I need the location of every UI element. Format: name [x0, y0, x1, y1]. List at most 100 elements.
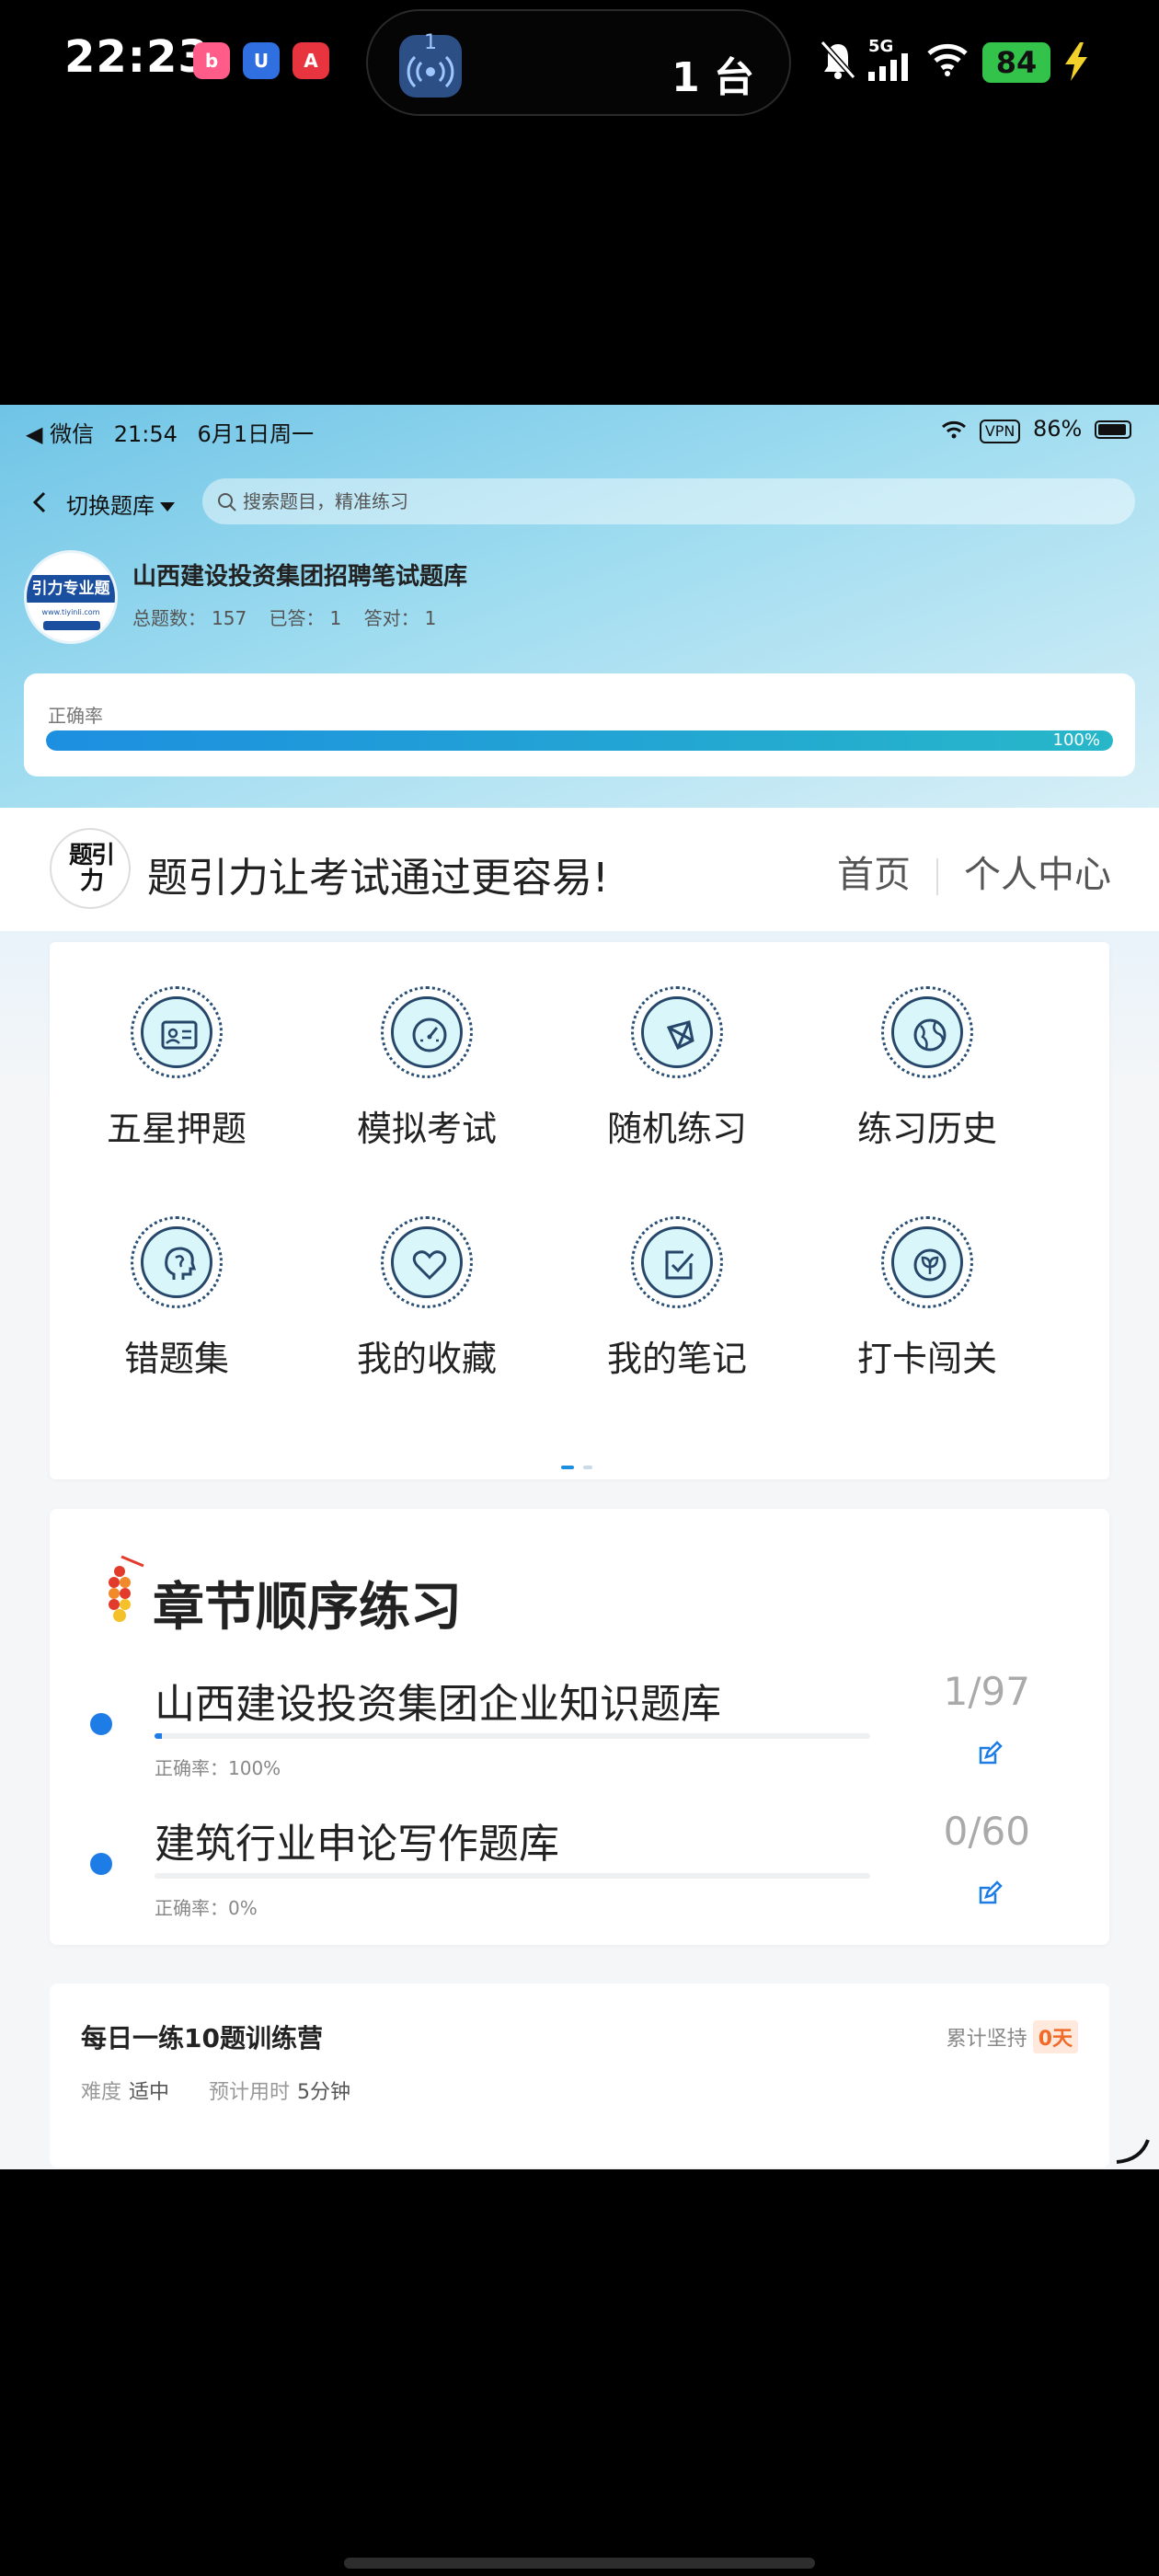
menu-pager[interactable] [561, 1455, 592, 1473]
charging-bolt-icon [1065, 42, 1087, 81]
chapter-count: 0/60 [943, 1809, 1030, 1854]
divider [936, 858, 938, 895]
chapter-accuracy: 正确率：100% [155, 1757, 281, 1779]
battery-indicator: 84 [982, 42, 1050, 83]
home-indicator[interactable] [344, 2558, 815, 2569]
menu-item-favorites[interactable]: 我的收藏 [302, 1172, 552, 1384]
inner-time: 21:54 [113, 421, 178, 447]
brand-logo[interactable]: 题引力 [50, 828, 131, 909]
inner-date: 6月1日周一 [197, 421, 315, 447]
answered-count: 1 [329, 607, 342, 629]
switch-bank-button[interactable]: 切换题库 [66, 488, 175, 520]
bullet-dot [90, 1713, 112, 1735]
chapter-row[interactable]: 建筑行业申论写作题库 正确率：0% 0/60 [50, 1796, 1109, 1934]
correct-count: 1 [424, 607, 437, 629]
search-icon [218, 493, 236, 512]
chapter-name: 山西建设投资集团企业知识题库 [155, 1681, 721, 1728]
brand-nav: 首页 个人中心 [837, 845, 1111, 898]
clock: 22:23 [64, 31, 210, 83]
switch-bank-label: 切换题库 [66, 493, 155, 519]
phone-status-bar: 22:23 b U A 1 1 台 5G 84 [0, 0, 1159, 129]
daily-practice-card[interactable]: 每日一练10题训练营 累计坚持 0天 难度 适中 预计用时 5分钟 [50, 1984, 1109, 2168]
brand-slogan: 题引力让考试通过更容易! [147, 855, 609, 902]
menu-label: 错题集 [123, 1339, 229, 1379]
chapter-progress-bar [155, 1733, 870, 1739]
total-count: 157 [212, 607, 247, 629]
brand-bar: 题引力 题引力让考试通过更容易! 首页 个人中心 [0, 808, 1159, 931]
red-app-icon: A [293, 42, 329, 79]
network-icon [666, 1020, 694, 1051]
menu-item-random-practice[interactable]: 随机练习 [552, 942, 802, 1154]
accuracy-label: 正确率 [48, 705, 103, 727]
check-note-icon [665, 1250, 694, 1280]
chapter-count: 1/97 [943, 1669, 1030, 1714]
chapter-row[interactable]: 山西建设投资集团企业知识题库 正确率：100% 1/97 [50, 1656, 1109, 1794]
heart-icon [412, 1250, 447, 1281]
nav-home-link[interactable]: 首页 [837, 854, 911, 896]
streak-badge: 0天 [1032, 2020, 1078, 2053]
back-to-wechat[interactable]: ◀ 微信 [26, 421, 94, 447]
globe-icon [913, 1018, 947, 1052]
menu-item-check-in[interactable]: 打卡闯关 [802, 1172, 1052, 1384]
chapter-name: 建筑行业申论写作题库 [155, 1821, 559, 1868]
accuracy-bar: 100% [46, 730, 1113, 751]
chapter-progress-fill [155, 1733, 162, 1739]
inner-battery-text: 86% [1033, 416, 1083, 442]
live-activity-text: 1 台 [671, 54, 754, 101]
menu-label: 练习历史 [856, 1109, 997, 1149]
menu-label: 我的笔记 [606, 1339, 747, 1379]
edit-icon[interactable] [977, 1741, 1003, 1766]
edit-icon[interactable] [977, 1880, 1003, 1906]
daily-meta: 难度 适中 预计用时 5分钟 [81, 2081, 351, 2104]
menu-item-practice-history[interactable]: 练习历史 [802, 942, 1052, 1154]
back-arrow-icon[interactable] [26, 486, 53, 519]
bank-title: 山西建设投资集团招聘笔试题库 [132, 563, 468, 591]
loading-curl-icon [1116, 2139, 1150, 2164]
header-hero: ◀ 微信 21:54 6月1日周一 VPN 86% 切换题库 搜索题目，精准练习… [0, 405, 1159, 808]
menu-label: 我的收藏 [356, 1339, 497, 1379]
firecracker-icon [109, 1555, 144, 1622]
bullet-dot [90, 1853, 112, 1875]
menu-item-notes[interactable]: 我的笔记 [552, 1172, 802, 1384]
top-nav: 切换题库 搜索题目，精准练习 [0, 469, 1159, 534]
bell-muted-icon [820, 40, 856, 80]
bank-logo: 引力专业题 www.tiyinli.com [24, 550, 118, 644]
accuracy-percent: 100% [1052, 730, 1100, 750]
gauge-icon [412, 1018, 447, 1052]
app-screen: ◀ 微信 21:54 6月1日周一 VPN 86% 切换题库 搜索题目，精准练习… [0, 405, 1159, 2169]
chapter-accuracy: 正确率：0% [155, 1897, 258, 1919]
dynamic-island[interactable]: 1 1 台 [366, 9, 791, 116]
menu-label: 五星押题 [106, 1109, 247, 1149]
bank-stats: 总题数： 157 已答： 1 答对： 1 [132, 607, 437, 629]
accuracy-bar-fill [46, 730, 1113, 751]
chapter-progress-bar [155, 1873, 870, 1879]
vpn-badge: VPN [979, 420, 1021, 443]
search-input[interactable]: 搜索题目，精准练习 [202, 478, 1135, 524]
chapter-heading: 章节顺序练习 [153, 1578, 462, 1638]
caret-down-icon [160, 502, 175, 512]
leaf-badge-icon [913, 1248, 947, 1282]
menu-label: 随机练习 [606, 1109, 747, 1149]
nav-profile-link[interactable]: 个人中心 [964, 854, 1111, 896]
search-placeholder: 搜索题目，精准练习 [243, 490, 408, 512]
bank-info: 引力专业题 www.tiyinli.com 山西建设投资集团招聘笔试题库 总题数… [24, 550, 1128, 651]
head-profile-icon [165, 1247, 197, 1280]
id-card-icon [161, 1020, 198, 1050]
menu-item-wrong-answers[interactable]: 错题集 [52, 1172, 302, 1384]
broadcast-icon: 1 [399, 31, 462, 98]
chapter-practice-card: 章节顺序练习 山西建设投资集团企业知识题库 正确率：100% 1/97 建筑行业… [50, 1509, 1109, 1945]
shield-app-icon: U [243, 42, 280, 79]
time-value: 5分钟 [297, 2081, 351, 2104]
menu-item-mock-exam[interactable]: 模拟考试 [302, 942, 552, 1154]
wifi-icon [942, 420, 967, 439]
feature-menu: 五星押题 模拟考试 随机练习 练习历史 错题集 我的收藏 我的笔记 打卡闯关 [50, 942, 1109, 1479]
menu-label: 打卡闯关 [856, 1339, 997, 1379]
daily-title: 每日一练10题训练营 [81, 2023, 323, 2053]
difficulty-value: 适中 [129, 2081, 170, 2104]
streak-info: 累计坚持 0天 [947, 2020, 1078, 2053]
menu-item-five-star[interactable]: 五星押题 [52, 942, 302, 1154]
accuracy-card: 正确率 100% [24, 673, 1135, 776]
bilibili-icon: b [193, 42, 230, 79]
inner-status-bar: ◀ 微信 21:54 6月1日周一 VPN 86% [0, 405, 1159, 456]
menu-label: 模拟考试 [356, 1109, 497, 1149]
